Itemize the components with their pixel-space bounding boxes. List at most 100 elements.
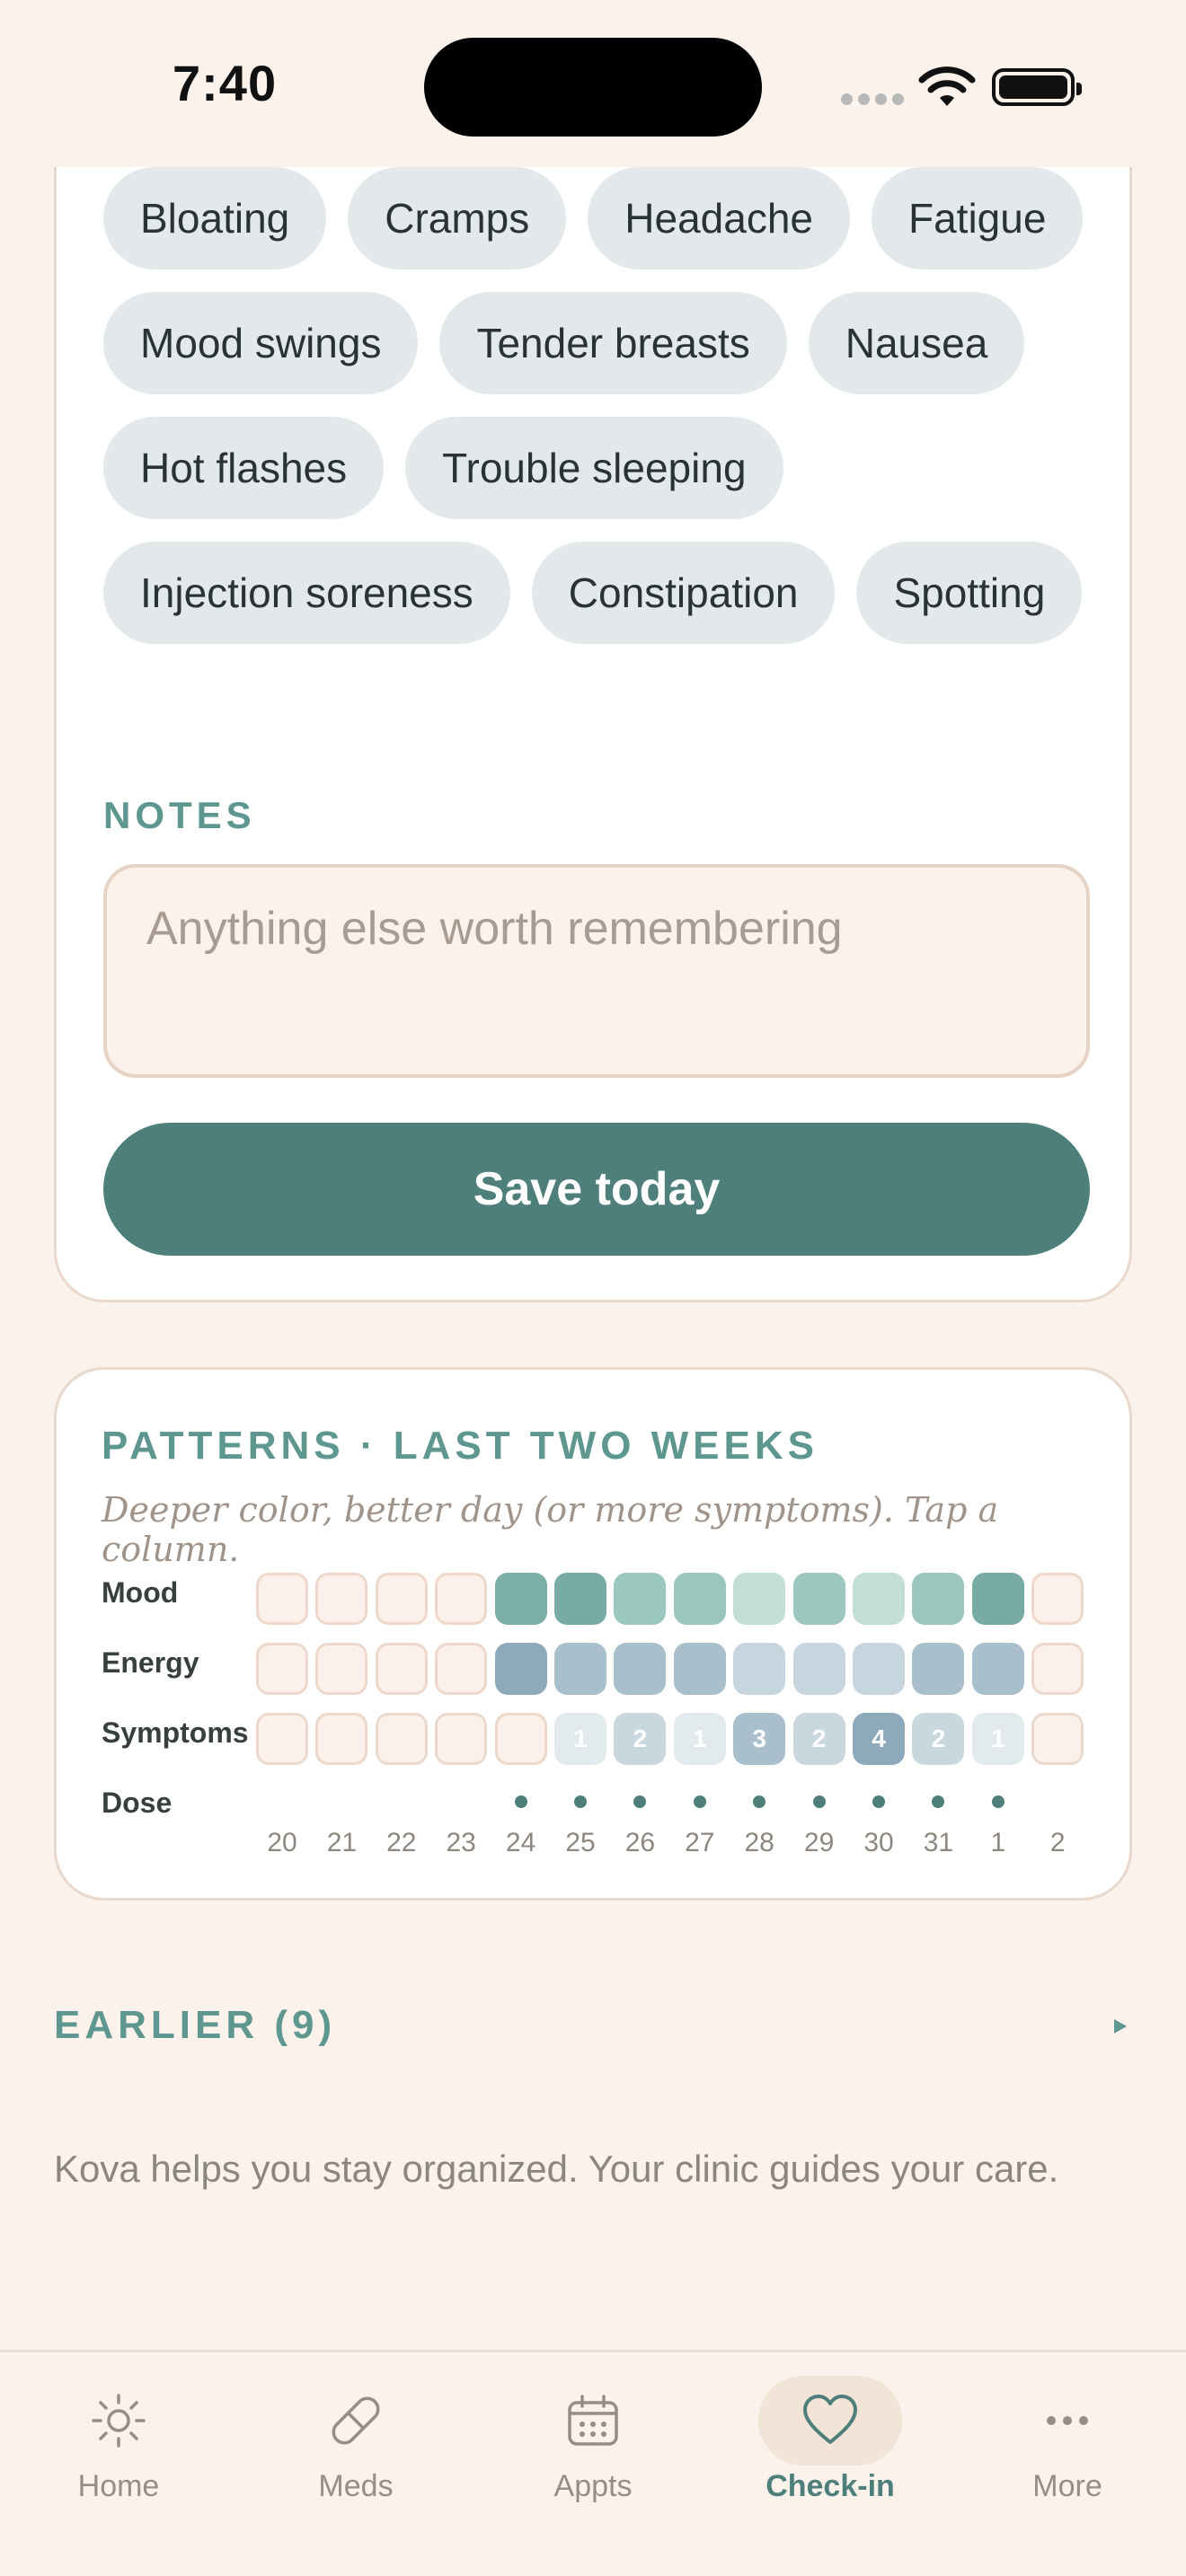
dose-dot-day-28 [753, 1795, 766, 1808]
day-label: 23 [446, 1828, 476, 1857]
energy-cell-day-29[interactable] [792, 1643, 845, 1695]
dose-dot-day-24 [514, 1795, 527, 1808]
patterns-title: PATTERNS · LAST TWO WEEKS [102, 1424, 819, 1468]
energy-cell-day-27[interactable] [673, 1643, 726, 1695]
tab-label: More [1032, 2469, 1102, 2503]
day-label: 27 [685, 1828, 715, 1857]
tab-home[interactable]: Home [20, 2352, 217, 2532]
status-bar: 7:40 [0, 0, 1186, 167]
energy-cell-day-22[interactable] [375, 1643, 428, 1695]
day-label: 25 [565, 1828, 596, 1857]
mood-cell-day-25[interactable] [554, 1573, 606, 1625]
mood-cell-day-29[interactable] [792, 1573, 845, 1625]
symptom-chip[interactable]: Bloating [103, 167, 327, 269]
symptoms-cell-day-22[interactable] [375, 1713, 428, 1765]
tab-appts[interactable]: Appts [494, 2352, 692, 2532]
save-today-button[interactable]: Save today [103, 1123, 1090, 1256]
symptom-chip[interactable]: Mood swings [103, 292, 419, 394]
symptom-chip[interactable]: Nausea [808, 292, 1025, 394]
tab-checkin[interactable]: Check-in [731, 2352, 929, 2532]
patterns-subtitle: Deeper color, better day (or more sympto… [102, 1490, 999, 1569]
checkin-card: Bloating Cramps Headache Fatigue Mood swings… [54, 108, 1132, 1302]
dose-dot-day-25 [574, 1795, 587, 1808]
energy-cell-day-31[interactable] [912, 1643, 965, 1695]
notes-label: NOTES [103, 794, 256, 836]
notes-input[interactable]: Anything else worth remembering [103, 864, 1090, 1078]
symptom-chip[interactable]: Spotting [856, 542, 1083, 644]
symptom-chip[interactable]: Injection soreness [103, 542, 510, 644]
symptoms-cell-day-27[interactable]: 1 [673, 1713, 726, 1765]
energy-cell-day-2[interactable] [1031, 1643, 1084, 1695]
energy-cell-day-25[interactable] [554, 1643, 606, 1695]
symptoms-cell-day-24[interactable] [494, 1713, 547, 1765]
day-label: 2 [1049, 1828, 1066, 1857]
chevron-right-icon[interactable] [1114, 2019, 1127, 2033]
mood-cell-day-20[interactable] [256, 1573, 308, 1625]
day-label: 21 [326, 1828, 358, 1857]
earlier-section-toggle[interactable]: EARLIER (9) [54, 2003, 336, 2048]
energy-cell-day-26[interactable] [614, 1643, 667, 1695]
energy-cell-day-20[interactable] [256, 1643, 308, 1695]
day-label: 24 [505, 1828, 536, 1857]
symptoms-cell-day-20[interactable] [256, 1713, 308, 1765]
day-label: 20 [267, 1828, 297, 1857]
mood-cell-day-23[interactable] [435, 1573, 488, 1625]
more-dots-icon [1035, 2388, 1100, 2453]
mood-cell-day-26[interactable] [614, 1573, 667, 1625]
mood-cell-day-22[interactable] [375, 1573, 428, 1625]
symptoms-cell-day-23[interactable] [435, 1713, 488, 1765]
mood-cell-day-1[interactable] [971, 1573, 1024, 1625]
row-label-dose: Dose [102, 1786, 173, 1819]
energy-cell-day-30[interactable] [853, 1643, 905, 1695]
day-label: 1 [990, 1828, 1006, 1857]
row-label-symptoms: Symptoms [102, 1716, 249, 1749]
symptom-chip[interactable]: Cramps [348, 167, 567, 269]
symptoms-cell-day-2[interactable] [1031, 1713, 1084, 1765]
tab-label: Meds [318, 2469, 394, 2503]
mood-cell-day-27[interactable] [673, 1573, 726, 1625]
symptoms-cell-day-1[interactable]: 1 [971, 1713, 1024, 1765]
energy-cell-day-1[interactable] [971, 1643, 1024, 1695]
dose-dot-day-31 [932, 1795, 945, 1808]
mood-cell-day-28[interactable] [733, 1573, 786, 1625]
symptoms-cell-day-31[interactable]: 2 [912, 1713, 965, 1765]
symptom-chip[interactable]: Trouble sleeping [405, 417, 783, 519]
symptom-chip[interactable]: Hot flashes [103, 417, 385, 519]
dose-dot-day-26 [633, 1795, 647, 1808]
symptom-chip[interactable]: Headache [588, 167, 850, 269]
dose-dot-day-29 [812, 1795, 826, 1808]
symptoms-cell-day-21[interactable] [315, 1713, 368, 1765]
symptoms-cell-day-28[interactable]: 3 [733, 1713, 786, 1765]
calendar-icon [561, 2388, 625, 2453]
mood-cell-day-21[interactable] [315, 1573, 368, 1625]
symptoms-cell-day-25[interactable]: 1 [554, 1713, 606, 1765]
symptoms-cell-day-26[interactable]: 2 [614, 1713, 667, 1765]
tab-label: Home [77, 2469, 160, 2503]
tab-meds[interactable]: Meds [257, 2352, 455, 2532]
symptoms-cell-day-30[interactable]: 4 [853, 1713, 905, 1765]
dose-dot-day-27 [693, 1795, 706, 1808]
dose-dot-day-30 [872, 1795, 885, 1808]
energy-cell-day-24[interactable] [494, 1643, 547, 1695]
mood-cell-day-31[interactable] [912, 1573, 965, 1625]
day-label: 30 [863, 1828, 894, 1857]
mood-cell-day-24[interactable] [494, 1573, 547, 1625]
disclaimer-text: Kova helps you stay organized. Your clin… [54, 2148, 1059, 2190]
status-time: 7:40 [173, 55, 278, 111]
patterns-card: PATTERNS · LAST TWO WEEKS Deeper color, … [54, 1367, 1132, 1901]
energy-cell-day-23[interactable] [435, 1643, 488, 1695]
symptom-chip[interactable]: Tender breasts [439, 292, 787, 394]
tab-label: Appts [553, 2469, 633, 2503]
energy-cell-day-28[interactable] [733, 1643, 786, 1695]
symptom-chip[interactable]: Constipation [531, 542, 836, 644]
symptom-chip[interactable]: Fatigue [871, 167, 1084, 269]
symptoms-cell-day-29[interactable]: 2 [792, 1713, 845, 1765]
row-label-energy: Energy [102, 1646, 199, 1679]
day-label: 31 [923, 1828, 954, 1857]
day-label: 29 [803, 1828, 835, 1857]
tab-more[interactable]: More [969, 2352, 1166, 2532]
mood-cell-day-30[interactable] [853, 1573, 905, 1625]
heart-icon [798, 2388, 863, 2453]
mood-cell-day-2[interactable] [1031, 1573, 1084, 1625]
energy-cell-day-21[interactable] [315, 1643, 368, 1695]
